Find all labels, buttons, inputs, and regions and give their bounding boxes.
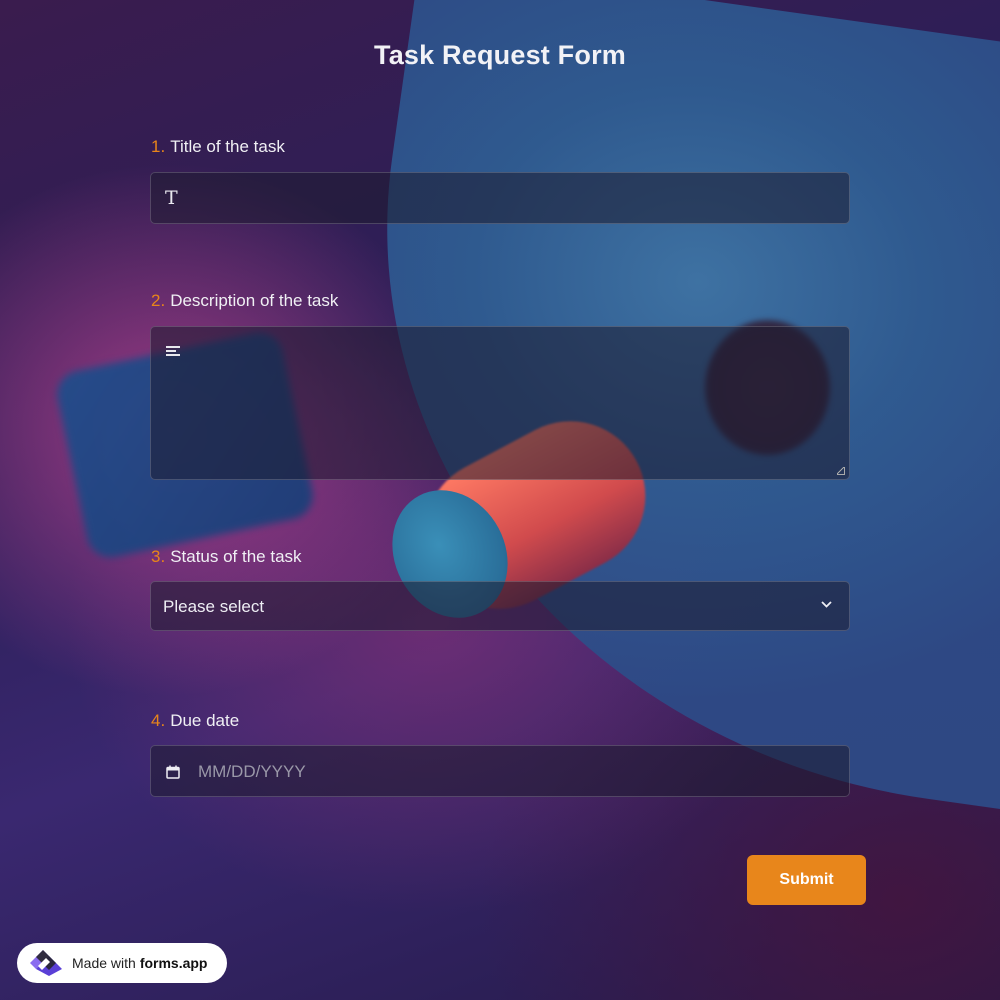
question-number: 1. [151, 137, 166, 156]
badge-prefix: Made with [72, 955, 136, 971]
text-format-icon: T [165, 187, 178, 209]
question-text: Status of the task [170, 547, 302, 566]
page-title: Task Request Form [374, 40, 626, 70]
question-number: 2. [151, 291, 166, 310]
chevron-down-icon [821, 601, 832, 608]
task-status-select[interactable]: Please select [150, 581, 850, 631]
made-with-badge[interactable]: Made with forms.app [17, 943, 227, 983]
resize-handle-icon[interactable] [837, 467, 845, 475]
align-lines-icon [166, 346, 180, 360]
badge-brand: forms.app [139, 955, 208, 971]
question-1-label: 1. Title of the task [151, 137, 285, 157]
submit-button[interactable]: Submit [747, 855, 866, 905]
question-text: Description of the task [170, 291, 339, 310]
question-2-label: 2. Description of the task [151, 291, 338, 311]
question-number: 3. [151, 547, 166, 566]
question-text: Due date [170, 711, 240, 730]
background [0, 0, 1000, 1000]
calendar-icon[interactable] [166, 765, 180, 779]
date-placeholder: MM/DD/YYYY [198, 762, 306, 781]
task-description-textarea[interactable] [150, 326, 850, 480]
due-date-input[interactable]: MM/DD/YYYY [150, 745, 850, 797]
forms-app-logo-icon [30, 950, 62, 976]
select-value: Please select [163, 597, 265, 616]
question-4-label: 4. Due date [151, 711, 239, 731]
question-number: 4. [151, 711, 166, 730]
task-title-input[interactable]: T [150, 172, 850, 224]
question-3-label: 3. Status of the task [151, 547, 302, 567]
question-text: Title of the task [170, 137, 285, 156]
